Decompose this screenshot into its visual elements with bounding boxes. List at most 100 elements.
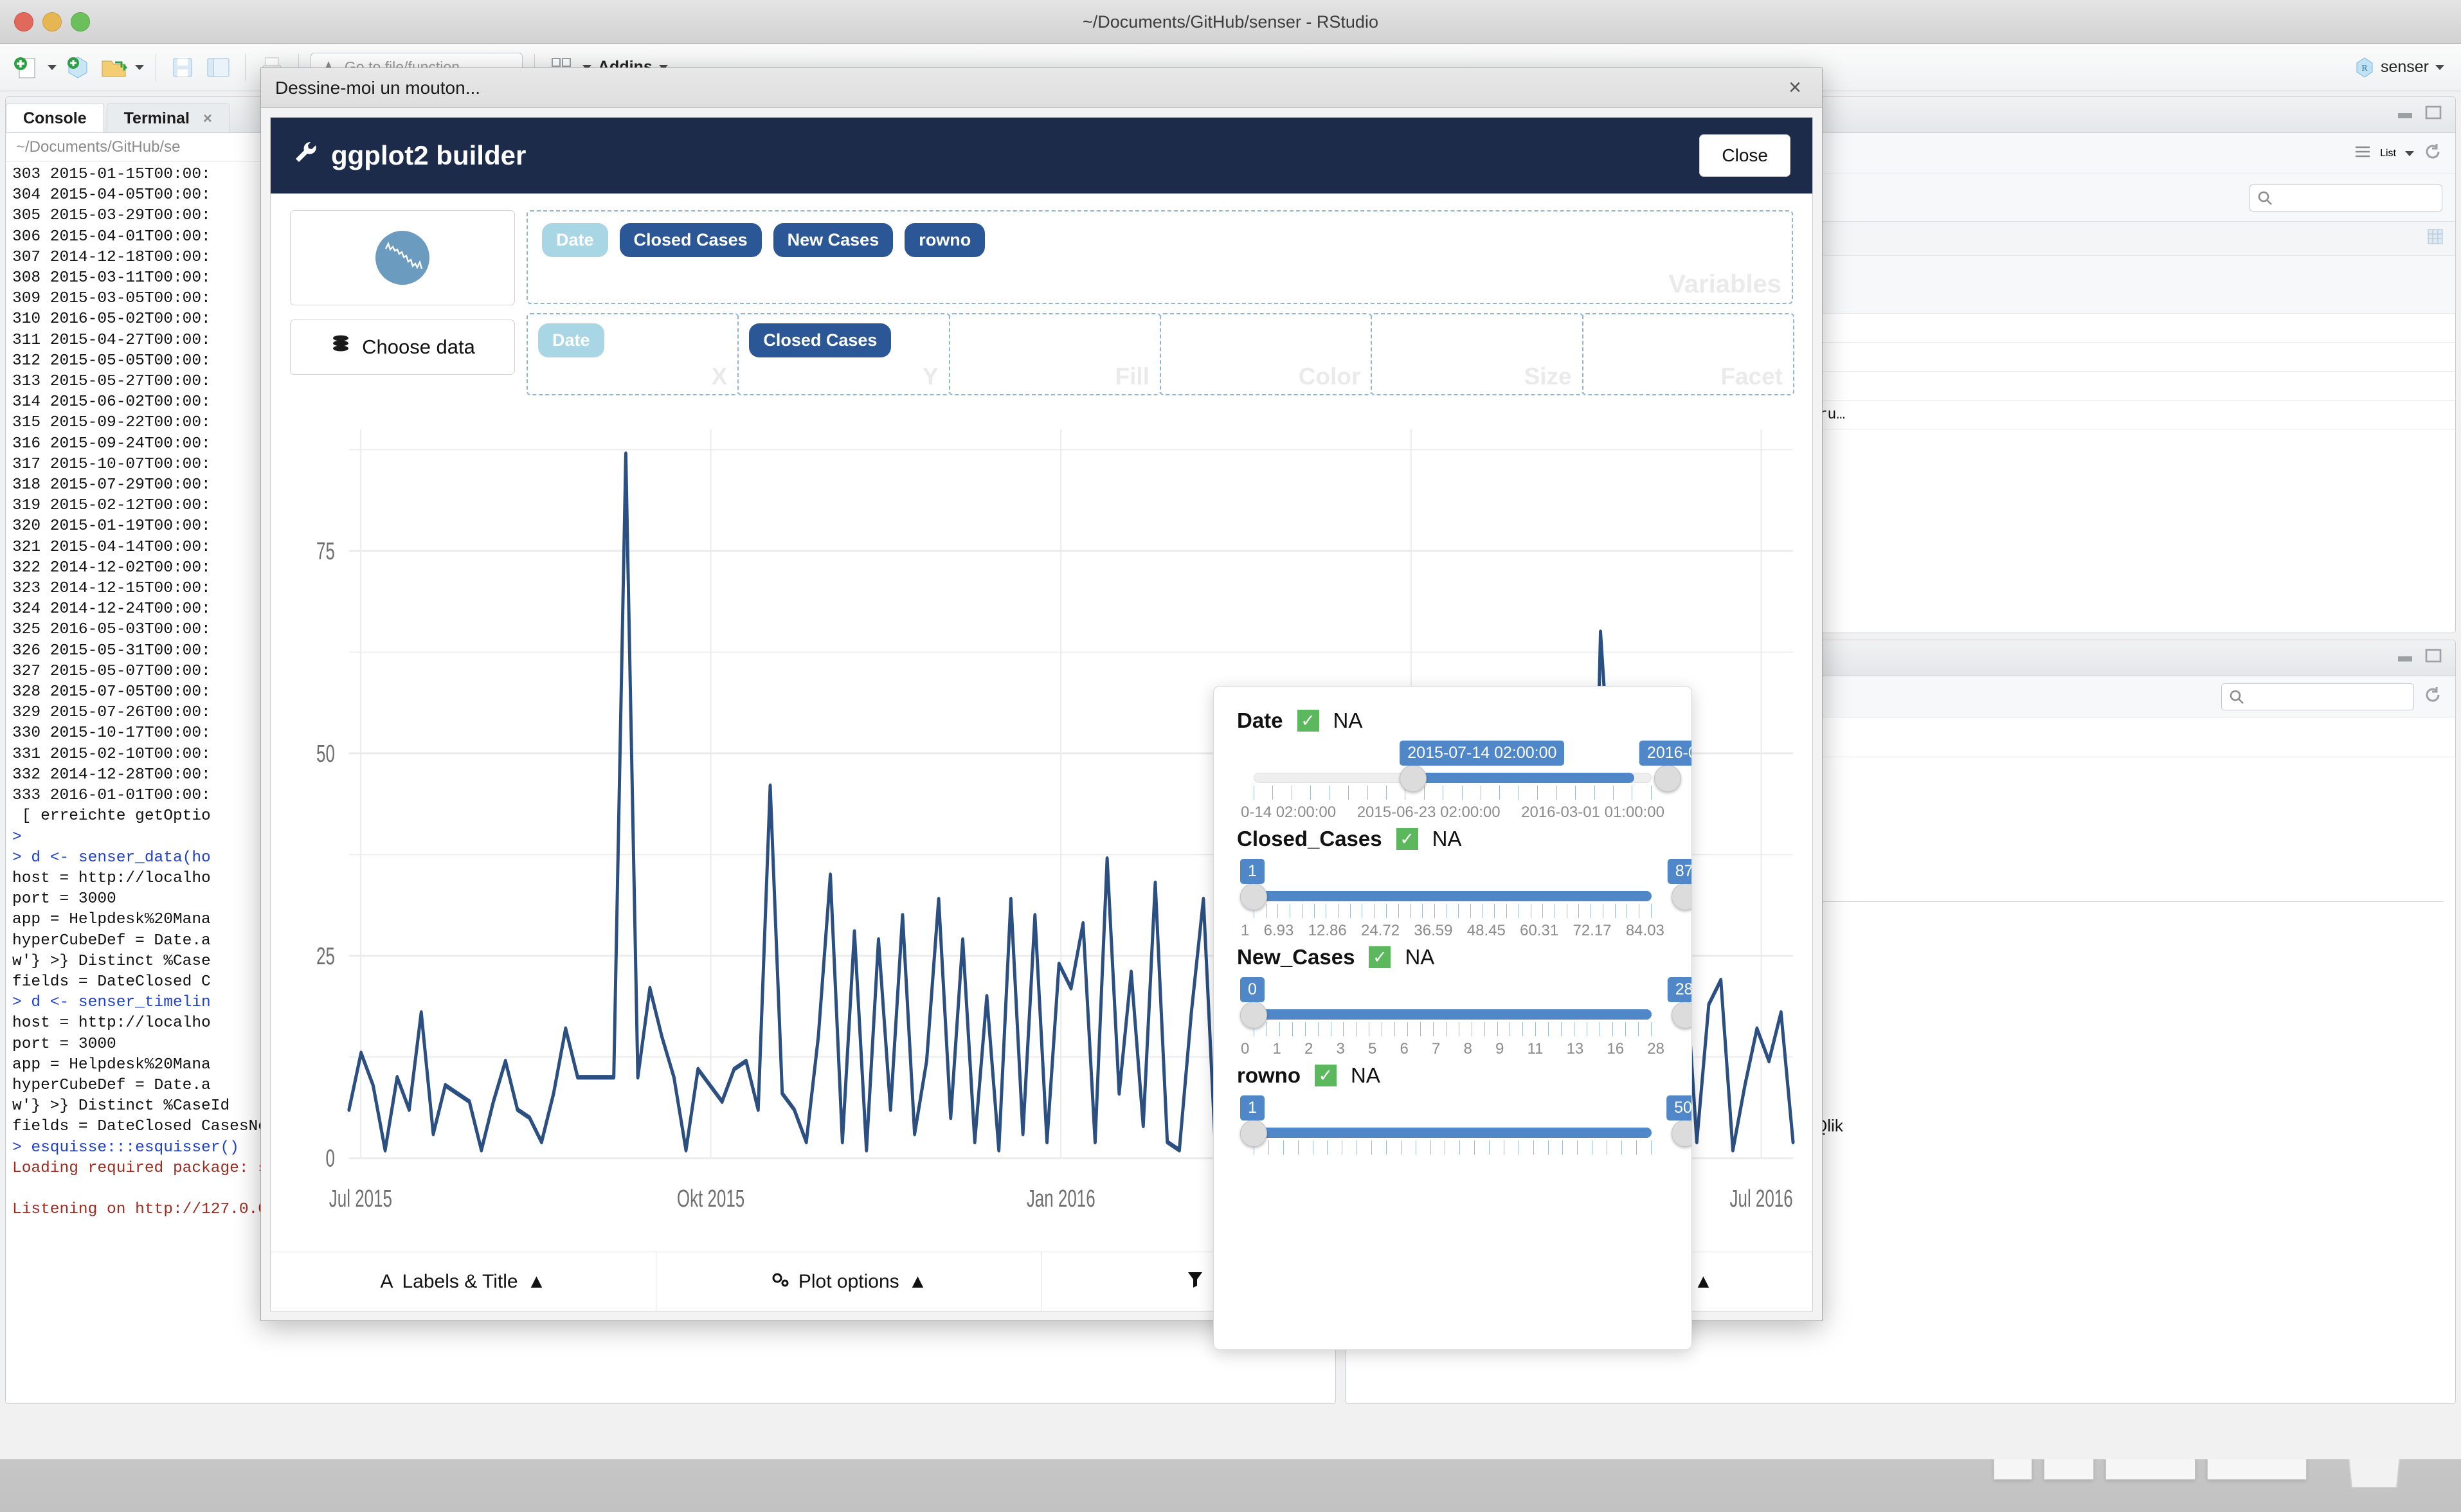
caret-up-icon: ▲	[1694, 1271, 1713, 1293]
search-icon	[2257, 190, 2273, 206]
slider-tick-label: 11	[1528, 1040, 1544, 1058]
data-column: Choose data	[290, 210, 515, 395]
slider-tick-label: 5	[1368, 1040, 1376, 1058]
aes-zone-label: Facet	[1720, 363, 1783, 390]
minimize-icon[interactable]	[2396, 648, 2414, 668]
project-name: senser	[2381, 58, 2429, 76]
slider-tick-label: 0-14 02:00:00	[1241, 804, 1336, 822]
slider-handle-right[interactable]	[1672, 1002, 1692, 1029]
variable-chip[interactable]: New Cases	[773, 223, 894, 257]
open-file-button[interactable]	[99, 53, 129, 82]
labels-title-label: Labels & Title	[402, 1271, 518, 1293]
slider-handle-right[interactable]	[1672, 883, 1692, 910]
save-button[interactable]	[168, 53, 197, 82]
aes-dropzone-y[interactable]: Closed CasesY	[737, 313, 950, 395]
slider-ticks	[1254, 1022, 1652, 1036]
filter-name: rowno	[1237, 1063, 1301, 1088]
chevron-down-icon[interactable]	[2405, 151, 2414, 156]
variable-chip[interactable]: Closed Cases	[620, 223, 762, 257]
letter-a-icon: A	[380, 1271, 393, 1293]
aes-chip[interactable]: Closed Cases	[749, 323, 891, 357]
close-icon[interactable]: ×	[1782, 75, 1808, 100]
aes-dropzone-facet[interactable]: Facet	[1582, 313, 1794, 395]
filter-new_cases: New_Cases✓NA02801235678911131628	[1237, 945, 1668, 1056]
maximize-icon[interactable]	[2424, 648, 2442, 668]
esquisse-header: ggplot2 builder Close	[271, 118, 1812, 194]
filter-closed_cases: Closed_Cases✓NA18716.9312.8624.7236.5948…	[1237, 827, 1668, 937]
x-tick-label: Jan 2016	[1027, 1185, 1095, 1212]
slider-tick-label: 2016-03-01 01:00:00	[1521, 804, 1664, 822]
line-chart-icon	[372, 227, 433, 289]
slider-handle-left[interactable]	[1240, 1120, 1267, 1147]
aes-dropzone-color[interactable]: Color	[1160, 313, 1372, 395]
aes-dropzone-x[interactable]: DateX	[527, 313, 739, 395]
save-all-button[interactable]	[204, 53, 233, 82]
tab-terminal[interactable]: Terminal ×	[107, 103, 230, 132]
na-checkbox[interactable]: ✓	[1297, 710, 1319, 732]
aes-dropzone-fill[interactable]: Fill	[949, 313, 1161, 395]
project-selector[interactable]: R senser	[2355, 57, 2444, 78]
na-checkbox[interactable]: ✓	[1315, 1065, 1337, 1086]
labels-title-button[interactable]: A Labels & Title ▲	[271, 1252, 656, 1311]
plot-options-button[interactable]: Plot options ▲	[656, 1252, 1042, 1311]
slider-tick-labels: 16.9312.8624.7236.5948.4560.3172.1784.03	[1237, 922, 1668, 940]
range-slider[interactable]: 1502	[1237, 1098, 1668, 1174]
grid-view-icon[interactable]	[2427, 228, 2444, 249]
range-slider[interactable]: 02801235678911131628	[1237, 980, 1668, 1056]
esquisse-title: ggplot2 builder	[331, 140, 526, 171]
new-project-button[interactable]	[63, 53, 93, 82]
esquisse-title-group: ggplot2 builder	[293, 140, 526, 172]
window-title: ~/Documents/GitHub/senser - RStudio	[0, 0, 2461, 44]
aes-chip[interactable]: Date	[538, 323, 604, 357]
new-file-button[interactable]	[12, 53, 41, 82]
choose-data-label: Choose data	[362, 336, 475, 359]
plot-options-label: Plot options	[798, 1271, 899, 1293]
tab-console-label: Console	[23, 109, 87, 127]
slider-tick-label: 24.72	[1361, 922, 1400, 940]
refresh-icon[interactable]	[2423, 142, 2442, 165]
slider-value-left: 1	[1240, 1095, 1265, 1120]
na-checkbox[interactable]: ✓	[1396, 828, 1418, 850]
open-file-caret-icon[interactable]	[135, 65, 144, 70]
new-file-caret-icon[interactable]	[48, 65, 57, 70]
slider-value-right: 2016-06-23 02:	[1639, 741, 1692, 766]
slider-value-left: 1	[1240, 859, 1265, 884]
na-checkbox[interactable]: ✓	[1369, 946, 1391, 968]
esquisse-close-button[interactable]: Close	[1699, 134, 1790, 177]
search-icon	[2228, 688, 2245, 705]
environment-view-mode[interactable]: List	[2380, 148, 2396, 159]
refresh-icon[interactable]	[2423, 685, 2442, 708]
esquisse-modal-window: Dessine-moi un mouton... × ggplot2 build…	[260, 68, 1823, 1321]
funnel-icon	[1187, 1270, 1203, 1293]
maximize-icon[interactable]	[2424, 105, 2442, 125]
x-tick-label: Okt 2015	[677, 1185, 744, 1212]
environment-search-input[interactable]	[2249, 184, 2442, 212]
na-label: NA	[1432, 827, 1462, 851]
slider-tick-label: 2015-06-23 02:00:00	[1357, 804, 1501, 822]
range-slider[interactable]: 18716.9312.8624.7236.5948.4560.3172.1784…	[1237, 861, 1668, 937]
data-filters-popup[interactable]: Date✓NA2015-07-14 02:00:002016-06-23 02:…	[1213, 686, 1692, 1350]
variable-chip[interactable]: rowno	[905, 223, 985, 257]
slider-handle-left[interactable]	[1400, 765, 1427, 792]
slider-handle-left[interactable]	[1240, 883, 1267, 910]
project-caret-icon[interactable]	[2435, 65, 2444, 70]
modal-titlebar: Dessine-moi un mouton... ×	[261, 68, 1822, 108]
slider-tick-label: 48.45	[1467, 922, 1506, 940]
close-icon[interactable]: ×	[203, 110, 212, 127]
minimize-icon[interactable]	[2396, 105, 2414, 125]
slider-ticks	[1254, 904, 1652, 918]
variables-dropzone[interactable]: DateClosed CasesNew Casesrowno Variables	[527, 210, 1793, 304]
help-search-input[interactable]	[2221, 683, 2414, 710]
slider-handle-right[interactable]	[1672, 1120, 1692, 1147]
variable-chip[interactable]: Date	[542, 223, 608, 257]
range-slider[interactable]: 2015-07-14 02:00:002016-06-23 02:0-14 02…	[1237, 743, 1668, 819]
y-tick-label: 25	[316, 942, 335, 969]
svg-text:R: R	[2361, 64, 2368, 73]
slider-handle-left[interactable]	[1240, 1002, 1267, 1029]
choose-data-button[interactable]: Choose data	[290, 320, 515, 375]
aes-dropzone-size[interactable]: Size	[1371, 313, 1583, 395]
slider-ticks	[1254, 786, 1652, 800]
slider-handle-right[interactable]	[1654, 765, 1681, 792]
geom-thumbnail[interactable]	[290, 210, 515, 305]
tab-console[interactable]: Console	[6, 103, 104, 132]
